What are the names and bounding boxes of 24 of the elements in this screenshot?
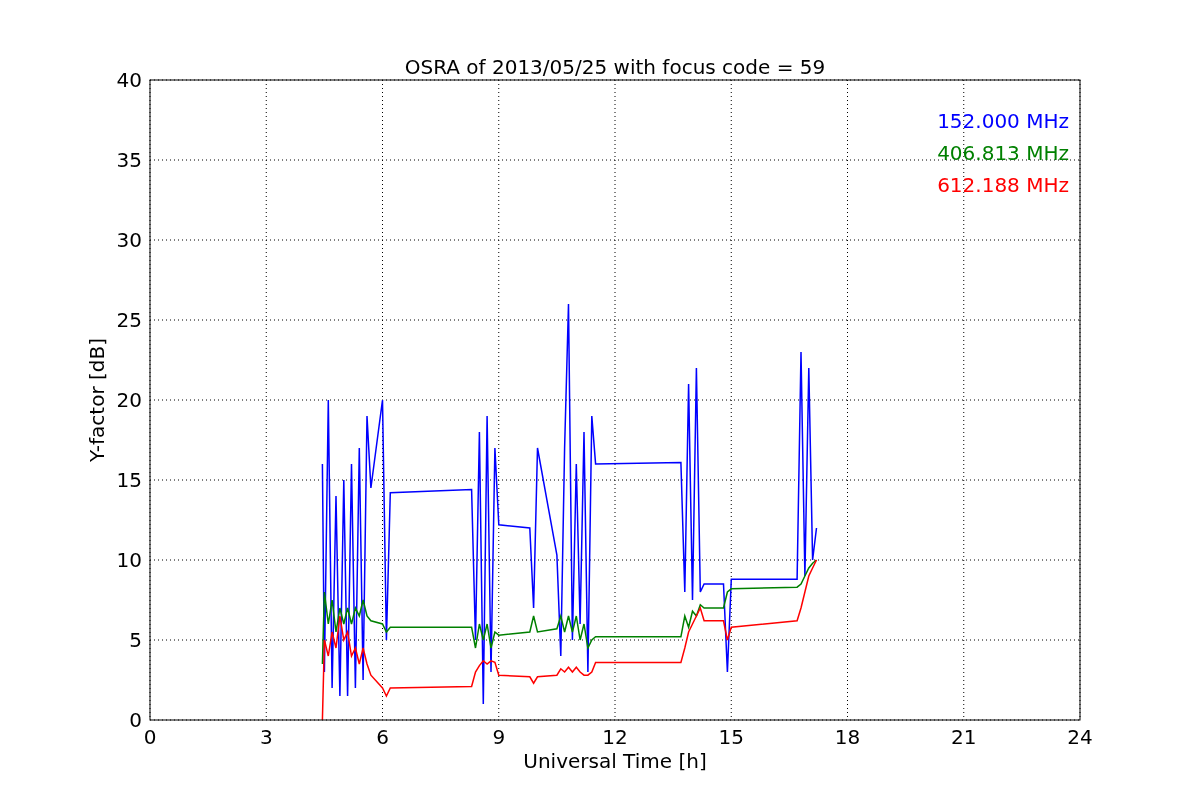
y-axis-label: Y-factor [dB] <box>85 338 109 462</box>
tick-label: 40 <box>116 68 142 92</box>
tick-label: 10 <box>116 548 142 572</box>
legend-label: 612.188 MHz <box>937 173 1069 197</box>
tick-label: 35 <box>116 148 142 172</box>
tick-label: 0 <box>143 725 157 749</box>
tick-label: 6 <box>376 725 389 749</box>
chart-title: OSRA of 2013/05/25 with focus code = 59 <box>404 55 826 79</box>
tick-label: 15 <box>116 468 142 492</box>
tick-label: 21 <box>951 725 977 749</box>
tick-label: 25 <box>116 308 142 332</box>
tick-label: 5 <box>129 628 142 652</box>
tick-label: 20 <box>116 388 142 412</box>
tick-label: 3 <box>259 725 273 749</box>
tick-label: 24 <box>1067 725 1093 749</box>
legend-label: 152.000 MHz <box>937 109 1069 133</box>
tick-label: 18 <box>834 725 861 749</box>
legend-label: 406.813 MHz <box>937 141 1069 165</box>
tick-label: 12 <box>602 725 628 749</box>
tick-label: 0 <box>129 708 142 732</box>
tick-label: 30 <box>116 228 142 252</box>
x-axis-label: Universal Time [h] <box>523 749 707 773</box>
tick-label: 15 <box>718 725 744 749</box>
tick-label: 9 <box>492 725 506 749</box>
